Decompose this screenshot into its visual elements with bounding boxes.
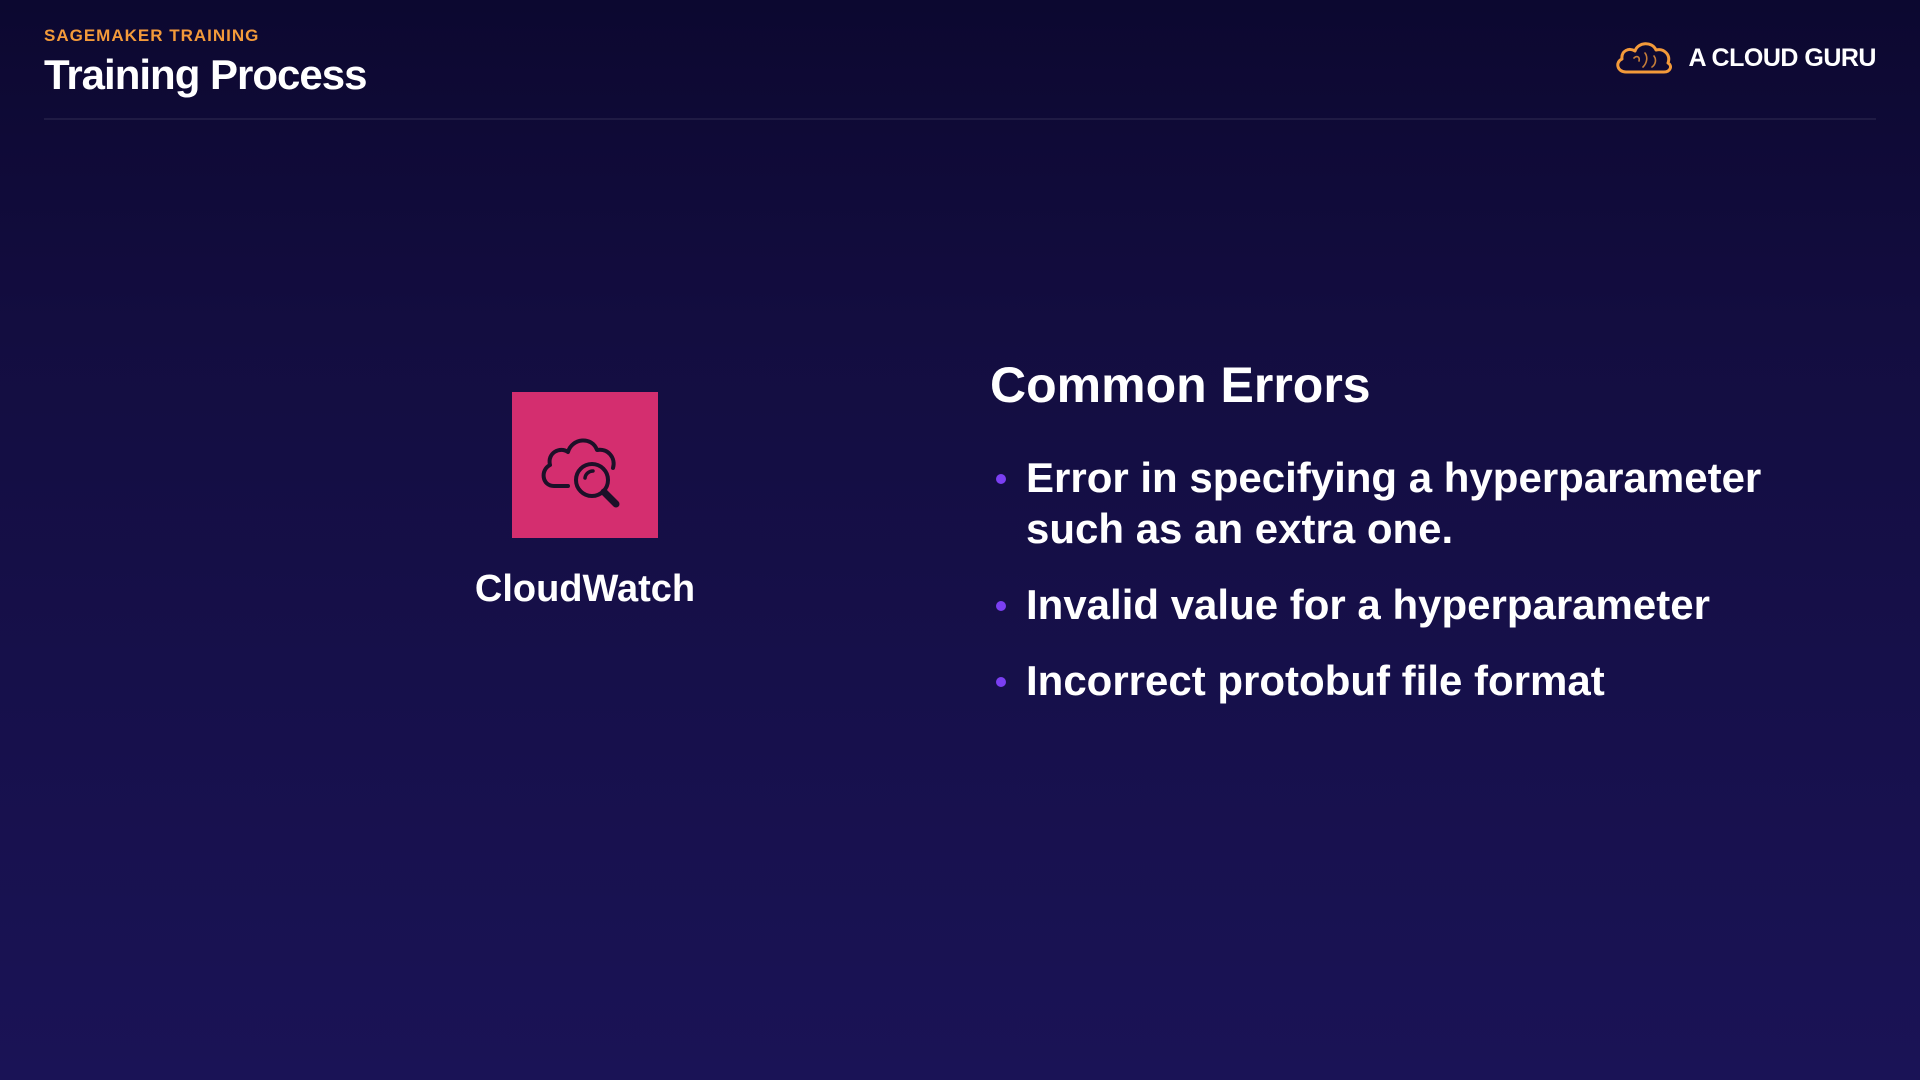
service-name: CloudWatch [474,568,696,610]
bullet-dot-icon [996,474,1006,484]
slide-header: SAGEMAKER TRAINING Training Process [44,26,367,100]
cloud-logo-icon [1616,42,1673,74]
section-label: SAGEMAKER TRAINING [44,26,260,45]
content-title: Common Errors [990,357,1371,413]
list-item: Error in specifying a hyperparameter suc… [990,452,1870,554]
service-tile [512,392,658,538]
brand-name: A CLOUD GURU [1688,43,1876,72]
bullet-dot-icon [996,677,1006,687]
header-divider [44,118,1876,120]
content-panel: Common Errors Error in specifying a hype… [990,352,1870,731]
bullet-dot-icon [996,601,1006,611]
error-list: Error in specifying a hyperparameter suc… [990,452,1870,706]
list-item: Incorrect protobuf file format [990,655,1870,706]
list-item: Invalid value for a hyperparameter [990,579,1870,630]
list-item-text: Incorrect protobuf file format [1026,657,1605,704]
list-item-text: Error in specifying a hyperparameter suc… [1026,454,1762,552]
brand: A CLOUD GURU [1612,38,1876,78]
list-item-text: Invalid value for a hyperparameter [1026,581,1710,628]
slide-title: Training Process [44,51,367,98]
cloud-magnifier-icon [541,438,620,508]
service-panel: CloudWatch [445,392,725,611]
